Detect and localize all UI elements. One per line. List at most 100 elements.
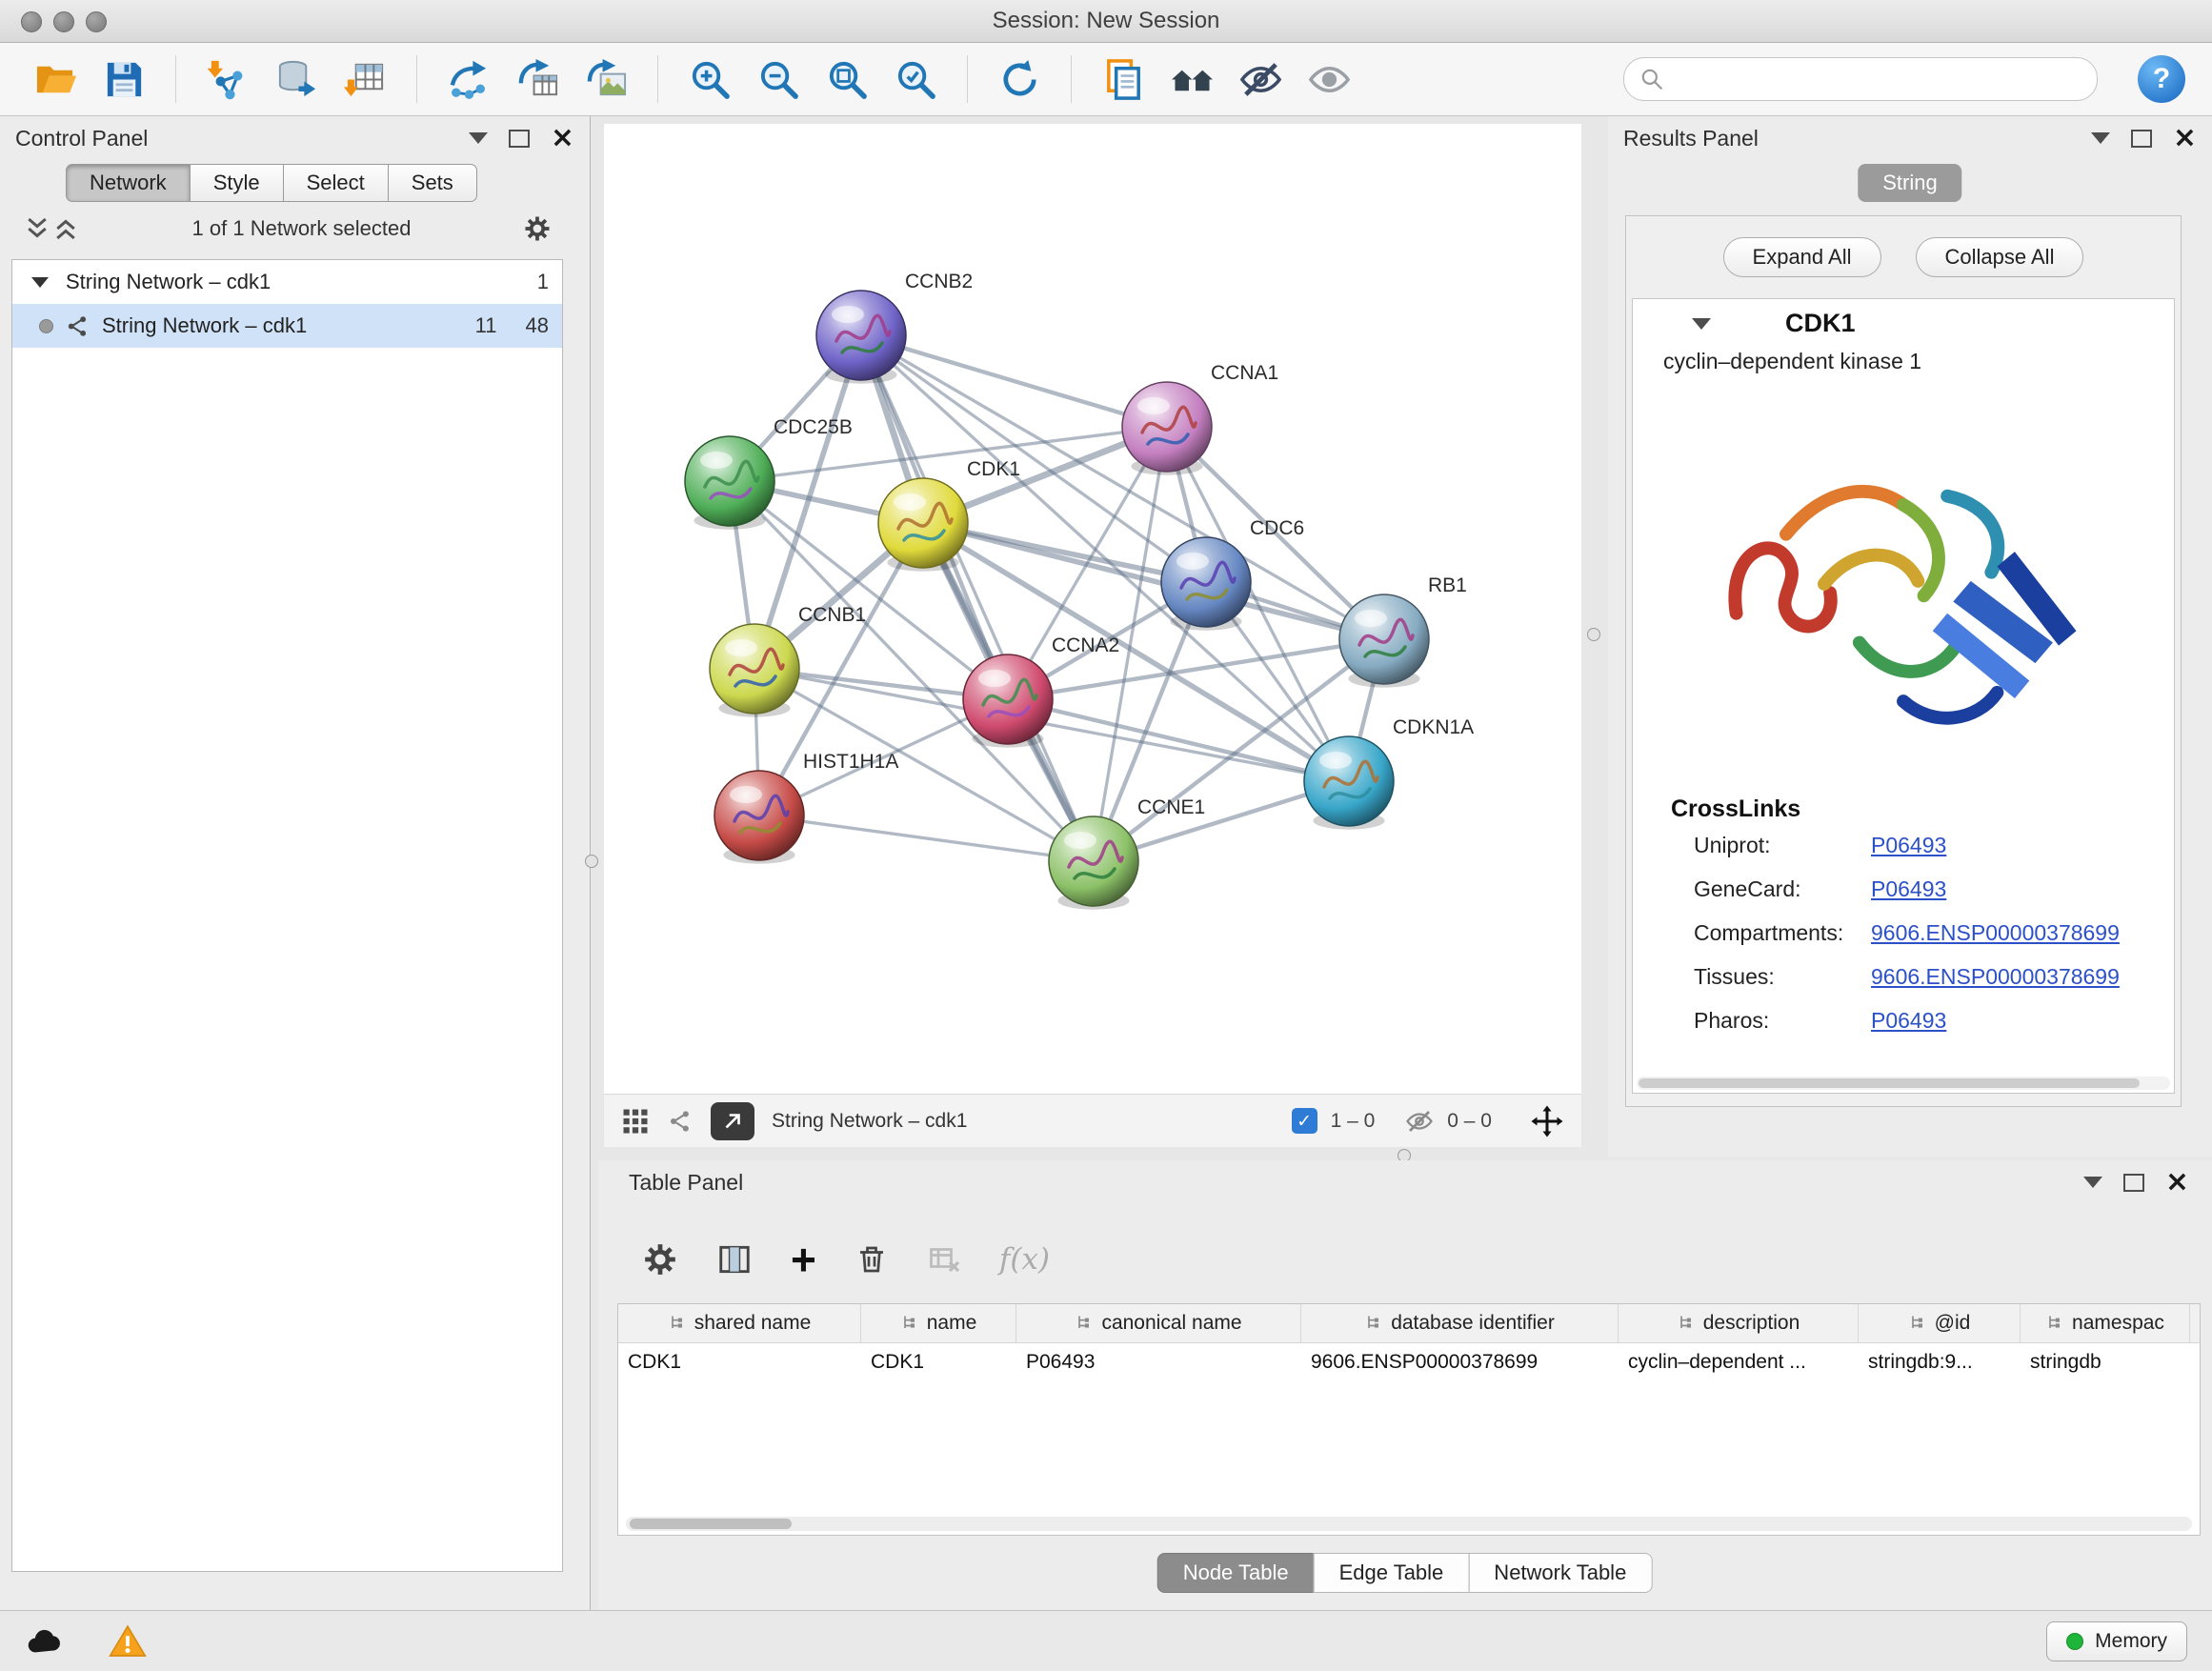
- gene-card-header[interactable]: CDK1: [1633, 299, 2174, 349]
- column-header-canonical-name[interactable]: canonical name: [1016, 1304, 1301, 1342]
- zoom-out-button[interactable]: [750, 50, 807, 108]
- panel-menu-arrow-icon[interactable]: [469, 132, 488, 144]
- network-edges[interactable]: [730, 335, 1384, 861]
- float-panel-icon[interactable]: [2123, 1174, 2144, 1192]
- tab-select[interactable]: Select: [283, 164, 389, 202]
- column-header-shared-name[interactable]: shared name: [618, 1304, 861, 1342]
- grid-icon[interactable]: [621, 1107, 650, 1136]
- close-panel-icon[interactable]: [2173, 129, 2197, 148]
- tab-node-table[interactable]: Node Table: [1157, 1553, 1315, 1593]
- new-network-from-selection-button[interactable]: [440, 50, 497, 108]
- columns-icon[interactable]: [716, 1241, 753, 1278]
- search-input[interactable]: [1674, 60, 2078, 98]
- import-network-from-file-button[interactable]: [199, 50, 256, 108]
- close-panel-icon[interactable]: [2165, 1173, 2189, 1192]
- open-session-button[interactable]: [27, 50, 84, 108]
- float-panel-icon[interactable]: [509, 130, 530, 148]
- table-scrollbar-thumb[interactable]: [630, 1519, 792, 1529]
- table-cell[interactable]: CDK1: [618, 1343, 861, 1381]
- function-icon[interactable]: [999, 1242, 1050, 1277]
- table-scrollbar[interactable]: [626, 1517, 2192, 1531]
- help-button[interactable]: [2138, 55, 2185, 103]
- column-header-name[interactable]: name: [861, 1304, 1016, 1342]
- left-splitter-handle[interactable]: [585, 855, 598, 868]
- float-panel-icon[interactable]: [2131, 130, 2152, 148]
- zoom-selected-button[interactable]: [887, 50, 944, 108]
- tab-edge-table[interactable]: Edge Table: [1314, 1553, 1470, 1593]
- collapse-all-button[interactable]: Collapse All: [1916, 237, 2084, 277]
- memory-button[interactable]: Memory: [2046, 1621, 2187, 1661]
- tab-network[interactable]: Network: [66, 164, 191, 202]
- network-canvas[interactable]: CCNB2CCNA1CDC25BCDK1CDC6RB1CCNB1CCNA2CDK…: [604, 124, 1581, 1094]
- copy-document-button[interactable]: [1095, 50, 1152, 108]
- apply-layout-button[interactable]: [991, 50, 1048, 108]
- table-cell[interactable]: stringdb: [2021, 1343, 2190, 1381]
- network-row[interactable]: String Network – cdk1 11 48: [12, 304, 562, 348]
- trash-icon[interactable]: [855, 1242, 889, 1277]
- network-edge[interactable]: [861, 335, 1167, 427]
- network-edge[interactable]: [759, 815, 1094, 861]
- tab-network-table[interactable]: Network Table: [1468, 1553, 1652, 1593]
- network-collection-row[interactable]: String Network – cdk1 1: [12, 260, 562, 304]
- crosslink-link[interactable]: P06493: [1871, 833, 1946, 858]
- tab-string[interactable]: String: [1858, 164, 1961, 202]
- clone-network-button[interactable]: [509, 50, 566, 108]
- show-all-button[interactable]: [1300, 50, 1357, 108]
- network-edge[interactable]: [923, 523, 1384, 639]
- hide-selected-button[interactable]: [1232, 50, 1289, 108]
- network-node-CDK1[interactable]: CDK1: [878, 458, 1020, 572]
- add-icon[interactable]: [791, 1240, 816, 1278]
- collapse-triangle-icon[interactable]: [31, 277, 49, 288]
- right-splitter-handle[interactable]: [1587, 628, 1600, 641]
- crosslink-link[interactable]: 9606.ENSP00000378699: [1871, 920, 2120, 946]
- table-cell[interactable]: CDK1: [861, 1343, 1016, 1381]
- table-cell[interactable]: 9606.ENSP00000378699: [1301, 1343, 1619, 1381]
- network-node-HIST1H1A[interactable]: HIST1H1A: [714, 751, 898, 864]
- collapse-chevrons-icon[interactable]: [23, 214, 51, 243]
- network-edge[interactable]: [861, 335, 1094, 861]
- gear-icon[interactable]: [642, 1241, 678, 1278]
- warning-icon[interactable]: [109, 1622, 147, 1661]
- home-button[interactable]: [1163, 50, 1220, 108]
- results-scrollbar[interactable]: [1637, 1077, 2170, 1090]
- delete-table-icon[interactable]: [927, 1242, 961, 1277]
- cloud-icon[interactable]: [25, 1621, 65, 1661]
- crosshair-icon[interactable]: [1530, 1104, 1564, 1138]
- network-graph[interactable]: CCNB2CCNA1CDC25BCDK1CDC6RB1CCNB1CCNA2CDK…: [604, 124, 1581, 1094]
- zoom-window-button[interactable]: [86, 11, 107, 32]
- close-panel-icon[interactable]: [551, 129, 574, 148]
- network-node-CCNB1[interactable]: CCNB1: [710, 604, 866, 717]
- table-row[interactable]: CDK1CDK1P064939606.ENSP00000378699cyclin…: [618, 1343, 2200, 1381]
- export-image-button[interactable]: [577, 50, 634, 108]
- eye-slash-icon[interactable]: [1405, 1107, 1434, 1136]
- table-cell[interactable]: cyclin–dependent ...: [1619, 1343, 1859, 1381]
- table-cell[interactable]: stringdb:9...: [1859, 1343, 2021, 1381]
- expand-chevrons-icon[interactable]: [51, 214, 80, 243]
- panel-menu-arrow-icon[interactable]: [2083, 1177, 2102, 1188]
- expand-all-button[interactable]: Expand All: [1723, 237, 1881, 277]
- import-table-button[interactable]: [336, 50, 393, 108]
- import-network-from-database-button[interactable]: [268, 50, 325, 108]
- zoom-fit-button[interactable]: [818, 50, 875, 108]
- panel-menu-arrow-icon[interactable]: [2091, 132, 2110, 144]
- tab-style[interactable]: Style: [190, 164, 284, 202]
- network-node-CDKN1A[interactable]: CDKN1A: [1304, 716, 1474, 830]
- save-session-button[interactable]: [95, 50, 152, 108]
- collapse-triangle-icon[interactable]: [1692, 318, 1711, 330]
- open-in-new-window-button[interactable]: [711, 1102, 754, 1140]
- share-icon[interactable]: [667, 1108, 694, 1135]
- minimize-window-button[interactable]: [53, 11, 74, 32]
- table-cell[interactable]: P06493: [1016, 1343, 1301, 1381]
- crosslink-link[interactable]: P06493: [1871, 1008, 1946, 1034]
- column-header-description[interactable]: description: [1619, 1304, 1859, 1342]
- column-header-database-identifier[interactable]: database identifier: [1301, 1304, 1619, 1342]
- zoom-in-button[interactable]: [681, 50, 738, 108]
- close-window-button[interactable]: [21, 11, 42, 32]
- tab-sets[interactable]: Sets: [388, 164, 477, 202]
- network-node-RB1[interactable]: RB1: [1339, 574, 1467, 688]
- column-header-@id[interactable]: @id: [1859, 1304, 2021, 1342]
- checkbox-icon[interactable]: [1292, 1108, 1317, 1134]
- column-header-namespac[interactable]: namespac: [2021, 1304, 2190, 1342]
- results-scrollbar-thumb[interactable]: [1639, 1078, 2140, 1088]
- crosslink-link[interactable]: P06493: [1871, 876, 1946, 902]
